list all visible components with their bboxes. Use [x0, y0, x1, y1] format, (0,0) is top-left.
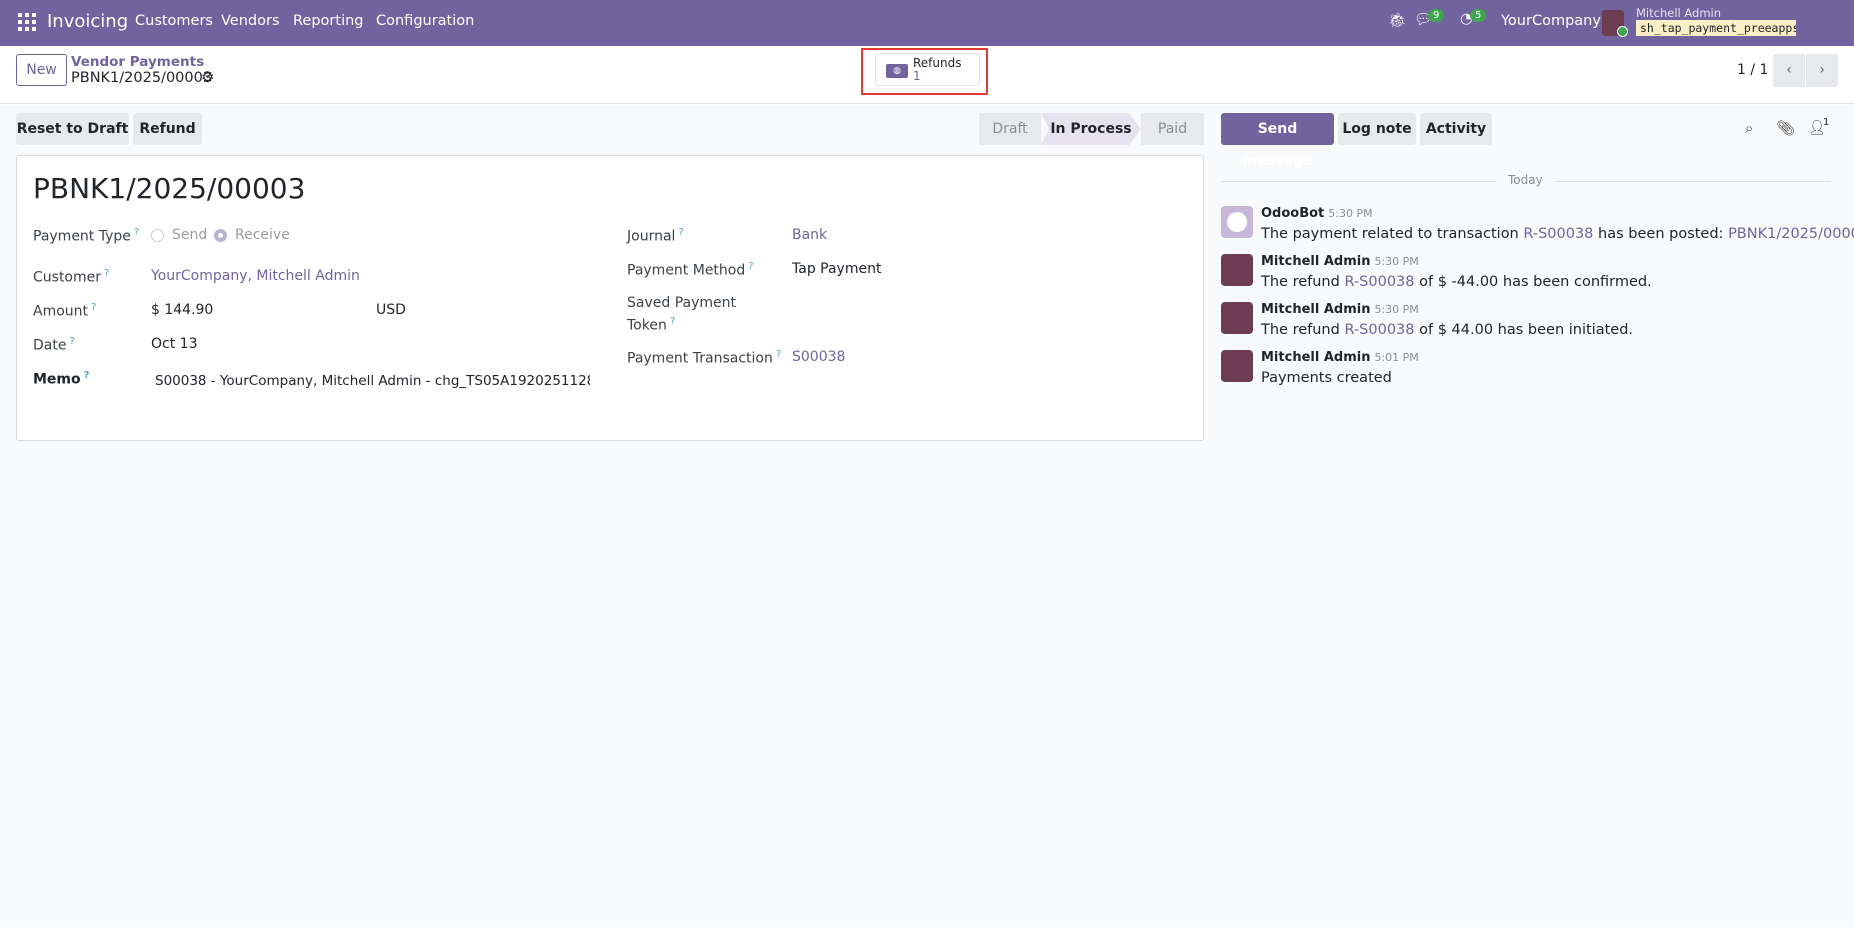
journal-value[interactable]: Bank [792, 227, 827, 243]
payment-method-label: Payment Method? [627, 261, 754, 279]
message-body: Payments created [1261, 370, 1392, 386]
reset-to-draft-button[interactable]: Reset to Draft [16, 113, 129, 145]
payment-method-value[interactable]: Tap Payment [792, 261, 881, 277]
bug-icon[interactable]: 🐞︎ [1388, 12, 1406, 29]
activity-button[interactable]: Activity [1420, 113, 1492, 145]
pager-previous-button[interactable]: ‹ [1773, 54, 1805, 87]
pager-next-button[interactable]: › [1806, 54, 1838, 87]
menu-customers[interactable]: Customers [135, 13, 213, 29]
date-separator: Today [1496, 173, 1555, 187]
memo-value[interactable]: S00038 - YourCompany, Mitchell Admin - c… [155, 373, 590, 389]
messages-badge: 9 [1428, 9, 1445, 22]
message-body: The payment related to transaction R-S00… [1261, 226, 1854, 242]
date-label: Date? [33, 336, 75, 354]
user-avatar [1221, 302, 1253, 334]
app-name[interactable]: Invoicing [47, 11, 128, 32]
payment-type-label: Payment Type? [33, 227, 140, 245]
send-option-label: Send [172, 227, 208, 243]
search-icon[interactable]: ⌕ [1745, 119, 1753, 137]
refunds-label: Refunds [913, 56, 962, 70]
breadcrumb-current: PBNK1/2025/00003 [71, 70, 213, 86]
date-value[interactable]: Oct 13 [151, 336, 197, 352]
message-author: Mitchell Admin 5:30 PM [1261, 302, 1419, 317]
refunds-smart-button[interactable]: ◍ Refunds 1 [875, 53, 980, 86]
status-in-process: In Process [1041, 113, 1141, 145]
user-avatar [1221, 350, 1253, 382]
gear-icon[interactable]: ⚙ [201, 68, 214, 86]
breadcrumb-parent[interactable]: Vendor Payments [71, 54, 204, 70]
amount-label: Amount? [33, 302, 97, 320]
money-icon: ◍ [886, 64, 908, 78]
saved-token-label-2: Token? [627, 316, 676, 334]
currency-value[interactable]: USD [376, 302, 406, 318]
company-switcher[interactable]: YourCompany [1501, 13, 1601, 29]
followers-count: 1 [1823, 117, 1830, 128]
menu-reporting[interactable]: Reporting [293, 13, 364, 29]
customer-label: Customer? [33, 268, 110, 286]
menu-configuration[interactable]: Configuration [376, 13, 474, 29]
payment-transaction-label: Payment Transaction? [627, 349, 782, 367]
status-paid[interactable]: Paid [1141, 113, 1204, 145]
control-panel: New Vendor Payments PBNK1/2025/00003 ⚙ ◍… [0, 46, 1854, 104]
record-title: PBNK1/2025/00003 [33, 172, 306, 205]
message-author: Mitchell Admin 5:01 PM [1261, 350, 1419, 365]
journal-label: Journal? [627, 227, 684, 245]
user-name[interactable]: Mitchell Admin [1636, 6, 1721, 20]
saved-token-label: Saved Payment [627, 295, 736, 311]
refund-link[interactable]: R-S00038 [1344, 322, 1414, 338]
odoobot-avatar [1221, 206, 1253, 238]
message-time: 5:30 PM [1374, 255, 1419, 268]
message-author: OdooBot 5:30 PM [1261, 206, 1373, 221]
user-avatar [1221, 254, 1253, 286]
message-time: 5:30 PM [1374, 303, 1419, 316]
receive-option-label: Receive [235, 227, 290, 243]
send-message-button[interactable]: Send message [1221, 113, 1334, 169]
refund-button[interactable]: Refund [133, 113, 202, 145]
customer-value[interactable]: YourCompany, Mitchell Admin [151, 268, 360, 284]
message-time: 5:01 PM [1374, 351, 1419, 364]
payment-link[interactable]: PBNK1/2025/00004 [1728, 226, 1854, 242]
paperclip-icon[interactable]: 📎︎ [1776, 119, 1795, 137]
memo-label: Memo? [33, 370, 90, 388]
message-time: 5:30 PM [1328, 207, 1373, 220]
refunds-count: 1 [913, 69, 921, 83]
log-note-button[interactable]: Log note [1338, 113, 1416, 145]
transaction-link[interactable]: R-S00038 [1523, 226, 1593, 242]
pager-value[interactable]: 1 / 1 [1737, 62, 1768, 78]
online-status-icon [1617, 26, 1628, 37]
message-body: The refund R-S00038 of $ 44.00 has been … [1261, 322, 1634, 338]
send-radio[interactable] [151, 229, 164, 242]
message-body: The refund R-S00038 of $ -44.00 has been… [1261, 274, 1652, 290]
message-author: Mitchell Admin 5:30 PM [1261, 254, 1419, 269]
menu-vendors[interactable]: Vendors [221, 13, 280, 29]
status-draft[interactable]: Draft [979, 113, 1041, 145]
activity-badge: 5 [1470, 9, 1487, 22]
apps-grid-icon[interactable] [18, 13, 36, 31]
receive-radio[interactable] [214, 229, 227, 242]
navbar: Invoicing Customers Vendors Reporting Co… [0, 0, 1854, 46]
database-name: sh_tap_payment_preeappst… [1636, 20, 1796, 36]
payment-transaction-value[interactable]: S00038 [792, 349, 845, 365]
new-button[interactable]: New [16, 54, 67, 86]
amount-value[interactable]: $ 144.90 [151, 302, 213, 318]
refund-link[interactable]: R-S00038 [1344, 274, 1414, 290]
